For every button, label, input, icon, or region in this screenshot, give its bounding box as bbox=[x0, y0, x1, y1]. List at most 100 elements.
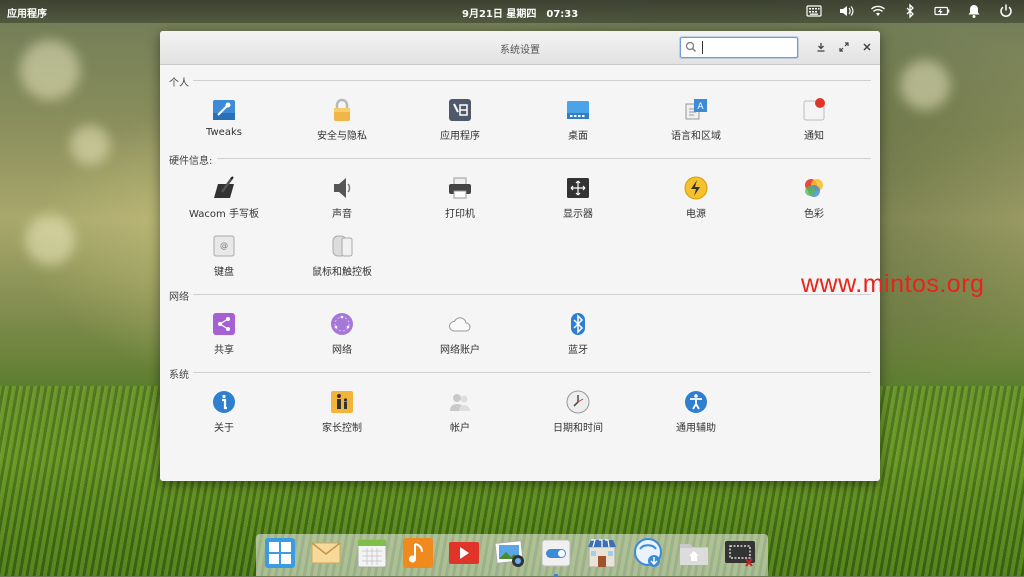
notification-icon[interactable] bbox=[966, 3, 982, 19]
dock-photos[interactable] bbox=[494, 537, 526, 569]
setting-label: 键盘 bbox=[214, 267, 234, 278]
setting-network[interactable]: 网络 bbox=[287, 312, 397, 356]
tweaks-icon bbox=[213, 100, 235, 120]
setting-label: 声音 bbox=[332, 209, 352, 220]
section-system: 系统 关于 家长控制 帐户 日期和时间 通用辅助 bbox=[169, 366, 871, 434]
video-icon bbox=[449, 542, 479, 564]
bluetooth-icon[interactable] bbox=[902, 3, 918, 19]
download-icon bbox=[817, 43, 825, 52]
section-title: 网络 bbox=[169, 292, 189, 303]
setting-online-accounts[interactable]: 网络账户 bbox=[405, 312, 515, 356]
titlebar[interactable]: 系统设置 bbox=[160, 31, 880, 65]
setting-label: 蓝牙 bbox=[568, 345, 588, 356]
setting-parental-control[interactable]: 家长控制 bbox=[287, 390, 397, 434]
dock-music[interactable] bbox=[402, 537, 434, 569]
speaker-icon bbox=[334, 178, 351, 198]
maximize-icon bbox=[839, 42, 849, 52]
calendar-icon bbox=[357, 539, 387, 568]
dock-app-center[interactable] bbox=[586, 537, 618, 569]
system-tray bbox=[806, 3, 1014, 19]
notification-icon bbox=[803, 98, 825, 121]
dock-browser[interactable] bbox=[632, 537, 664, 569]
search-box[interactable] bbox=[680, 37, 798, 58]
divider bbox=[217, 158, 871, 159]
section-hardware: 硬件信息: Wacom 手写板 声音 打印机 显示器 电源 色彩 @ 键盘 鼠标… bbox=[169, 152, 871, 278]
setting-mouse-touchpad[interactable]: 鼠标和触控板 bbox=[287, 234, 397, 278]
clock-icon bbox=[566, 390, 590, 414]
system-settings-window: 系统设置 个人 Tweaks 安全与隐私 应用程序 桌面 A 语言和区域 通知 … bbox=[160, 31, 880, 481]
dock-settings[interactable] bbox=[540, 537, 572, 577]
applications-icon bbox=[449, 99, 471, 121]
setting-label: 共享 bbox=[214, 345, 234, 356]
setting-accounts[interactable]: 帐户 bbox=[405, 390, 515, 434]
setting-power[interactable]: 电源 bbox=[641, 176, 751, 220]
parental-icon bbox=[331, 391, 353, 413]
setting-accessibility[interactable]: 通用辅助 bbox=[641, 390, 751, 434]
section-network: 网络 共享 网络 网络账户 蓝牙 bbox=[169, 288, 871, 356]
dock-video[interactable] bbox=[448, 537, 480, 569]
search-input[interactable] bbox=[699, 40, 795, 56]
mail-icon bbox=[311, 542, 341, 564]
language-icon: A bbox=[685, 99, 707, 120]
info-icon bbox=[213, 391, 235, 413]
close-icon bbox=[863, 43, 871, 51]
setting-label: Wacom 手写板 bbox=[189, 209, 259, 220]
bokeh-light bbox=[20, 40, 80, 100]
wifi-icon[interactable] bbox=[870, 3, 886, 19]
maximize-button[interactable] bbox=[838, 41, 850, 53]
setting-display[interactable]: 显示器 bbox=[523, 176, 633, 220]
files-icon bbox=[680, 544, 708, 565]
dock-screenshot[interactable] bbox=[724, 537, 756, 569]
photos-icon bbox=[494, 540, 524, 567]
music-icon bbox=[403, 538, 433, 568]
svg-text:A: A bbox=[697, 102, 704, 112]
setting-color[interactable]: 色彩 bbox=[759, 176, 869, 220]
setting-wacom[interactable]: Wacom 手写板 bbox=[169, 176, 279, 220]
setting-tweaks[interactable]: Tweaks bbox=[169, 98, 279, 138]
clock[interactable]: 9月21日 星期四 07:33 bbox=[462, 5, 588, 20]
setting-label: 安全与隐私 bbox=[317, 131, 367, 142]
power-icon[interactable] bbox=[998, 3, 1014, 19]
setting-sound[interactable]: 声音 bbox=[287, 176, 397, 220]
keyboard-icon[interactable] bbox=[806, 3, 822, 19]
setting-label: 关于 bbox=[214, 423, 234, 434]
bluetooth-icon bbox=[571, 313, 585, 335]
setting-bluetooth[interactable]: 蓝牙 bbox=[523, 312, 633, 356]
setting-label: 应用程序 bbox=[440, 131, 480, 142]
color-icon bbox=[805, 179, 823, 197]
dock-mail[interactable] bbox=[310, 537, 342, 569]
setting-security-privacy[interactable]: 安全与隐私 bbox=[287, 98, 397, 142]
volume-icon[interactable] bbox=[838, 3, 854, 19]
setting-printer[interactable]: 打印机 bbox=[405, 176, 515, 220]
power-icon bbox=[684, 176, 708, 200]
users-icon bbox=[450, 394, 470, 411]
cloud-icon bbox=[449, 317, 471, 332]
bokeh-light bbox=[25, 215, 75, 265]
setting-notifications[interactable]: 通知 bbox=[759, 98, 869, 142]
screenshot-icon bbox=[725, 541, 755, 567]
dock-calendar[interactable] bbox=[356, 537, 388, 569]
section-title: 个人 bbox=[169, 78, 189, 89]
setting-date-time[interactable]: 日期和时间 bbox=[523, 390, 633, 434]
setting-sharing[interactable]: 共享 bbox=[169, 312, 279, 356]
dock-multitasking[interactable] bbox=[264, 537, 296, 569]
setting-label: 帐户 bbox=[450, 423, 470, 434]
setting-applications[interactable]: 应用程序 bbox=[405, 98, 515, 142]
battery-icon[interactable] bbox=[934, 3, 950, 19]
setting-label: 桌面 bbox=[568, 131, 588, 142]
download-button[interactable] bbox=[815, 41, 827, 53]
applications-menu[interactable]: 应用程序 bbox=[7, 5, 47, 20]
section-title: 硬件信息: bbox=[169, 156, 213, 167]
setting-desktop[interactable]: 桌面 bbox=[523, 98, 633, 142]
watermark-text: www.mintos.org bbox=[801, 270, 985, 298]
multitasking-icon bbox=[265, 538, 295, 568]
setting-keyboard[interactable]: @ 键盘 bbox=[169, 234, 279, 278]
settings-icon bbox=[541, 539, 571, 567]
setting-label: 通用辅助 bbox=[676, 423, 716, 434]
setting-about[interactable]: 关于 bbox=[169, 390, 279, 434]
dock-files[interactable] bbox=[678, 537, 710, 569]
setting-language-region[interactable]: A 语言和区域 bbox=[641, 98, 751, 142]
divider bbox=[193, 372, 871, 373]
bokeh-light bbox=[900, 60, 950, 110]
close-button[interactable] bbox=[861, 41, 873, 53]
